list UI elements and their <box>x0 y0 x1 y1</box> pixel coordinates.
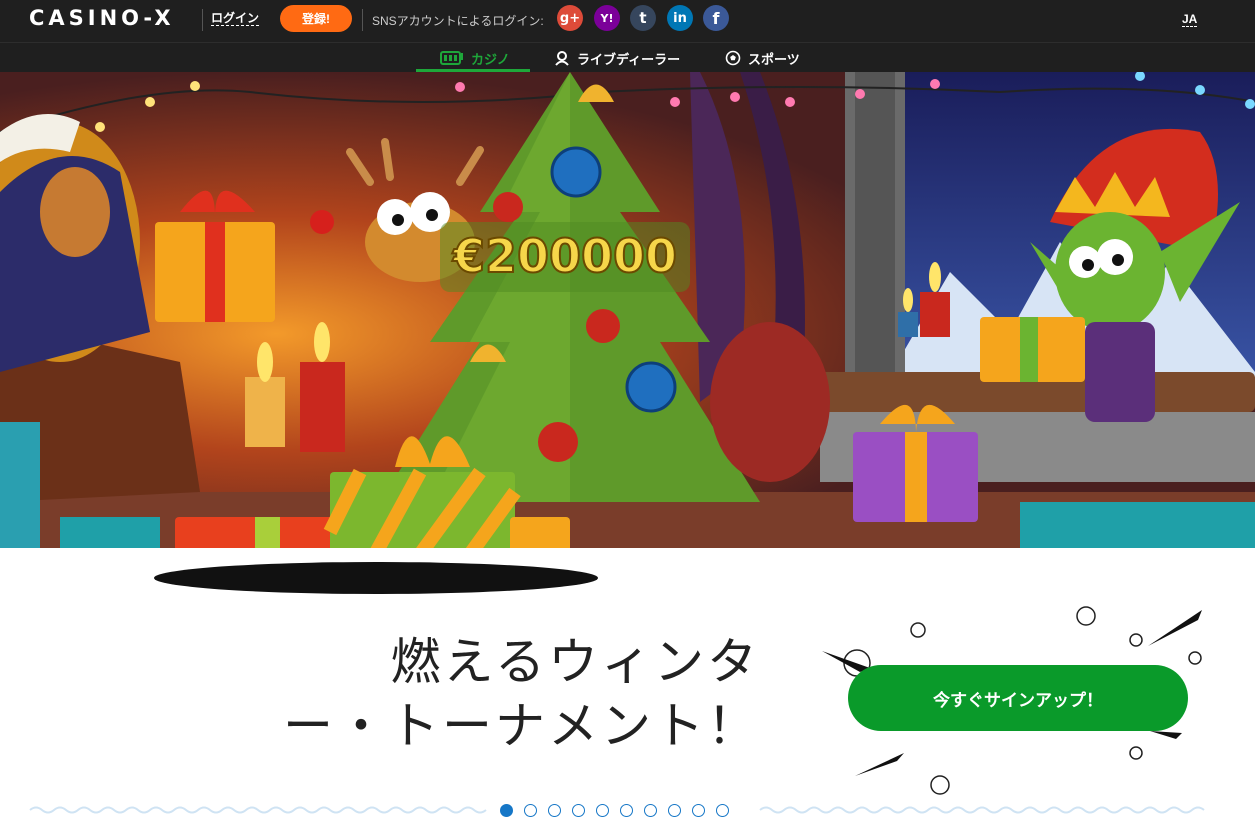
tumblr-icon[interactable]: t <box>630 5 656 31</box>
slider-dot[interactable] <box>596 804 609 817</box>
slider-dot[interactable] <box>716 804 729 817</box>
slot-machine-icon <box>440 50 464 66</box>
top-bar: CASINO-X ログイン 登録! SNSアカウントによるログイン: g+ Y!… <box>0 0 1255 42</box>
slider-dot[interactable] <box>524 804 537 817</box>
headline-line: 燃えるウィンタ <box>390 633 760 691</box>
login-link[interactable]: ログイン <box>211 11 260 26</box>
slider-dot[interactable] <box>668 804 681 817</box>
tab-label: スポーツ <box>748 51 800 67</box>
tab-label: カジノ <box>471 51 510 67</box>
sns-login-label: SNSアカウントによるログイン: <box>372 14 544 28</box>
slider-dot[interactable] <box>644 804 657 817</box>
soccer-ball-icon <box>725 50 741 66</box>
casino-x-logo[interactable]: CASINO-X <box>29 6 175 30</box>
signup-now-button[interactable]: 今すぐサインアップ！ <box>848 665 1188 731</box>
slider-dot[interactable] <box>620 804 633 817</box>
tab-sports[interactable]: スポーツ <box>725 43 800 73</box>
slider-pagination <box>500 804 729 818</box>
slider-dot[interactable] <box>500 804 513 817</box>
tab-live-dealer[interactable]: ライブディーラー <box>554 43 680 73</box>
headline-line: ー・トーナメント！ <box>283 697 760 755</box>
language-selector[interactable]: JA <box>1182 12 1198 27</box>
yahoo-icon[interactable]: Y! <box>594 5 620 31</box>
dealer-icon <box>554 50 570 66</box>
facebook-icon[interactable]: f <box>703 5 729 31</box>
slider-dot[interactable] <box>548 804 561 817</box>
linkedin-icon[interactable]: in <box>667 5 693 31</box>
slider-dot[interactable] <box>572 804 585 817</box>
register-button[interactable]: 登録! <box>280 5 352 32</box>
promo-banner-image[interactable]: €200000 <box>0 72 1255 548</box>
promo-headline: 燃えるウィンタ ー・トーナメント！ <box>260 630 760 758</box>
category-nav: カジノ ライブディーラー スポーツ <box>0 42 1255 73</box>
divider <box>362 9 363 31</box>
google-plus-icon[interactable]: g+ <box>557 5 583 31</box>
slider-dot[interactable] <box>692 804 705 817</box>
divider <box>202 9 203 31</box>
prize-amount: €200000 <box>452 229 677 283</box>
tab-label: ライブディーラー <box>577 51 681 67</box>
